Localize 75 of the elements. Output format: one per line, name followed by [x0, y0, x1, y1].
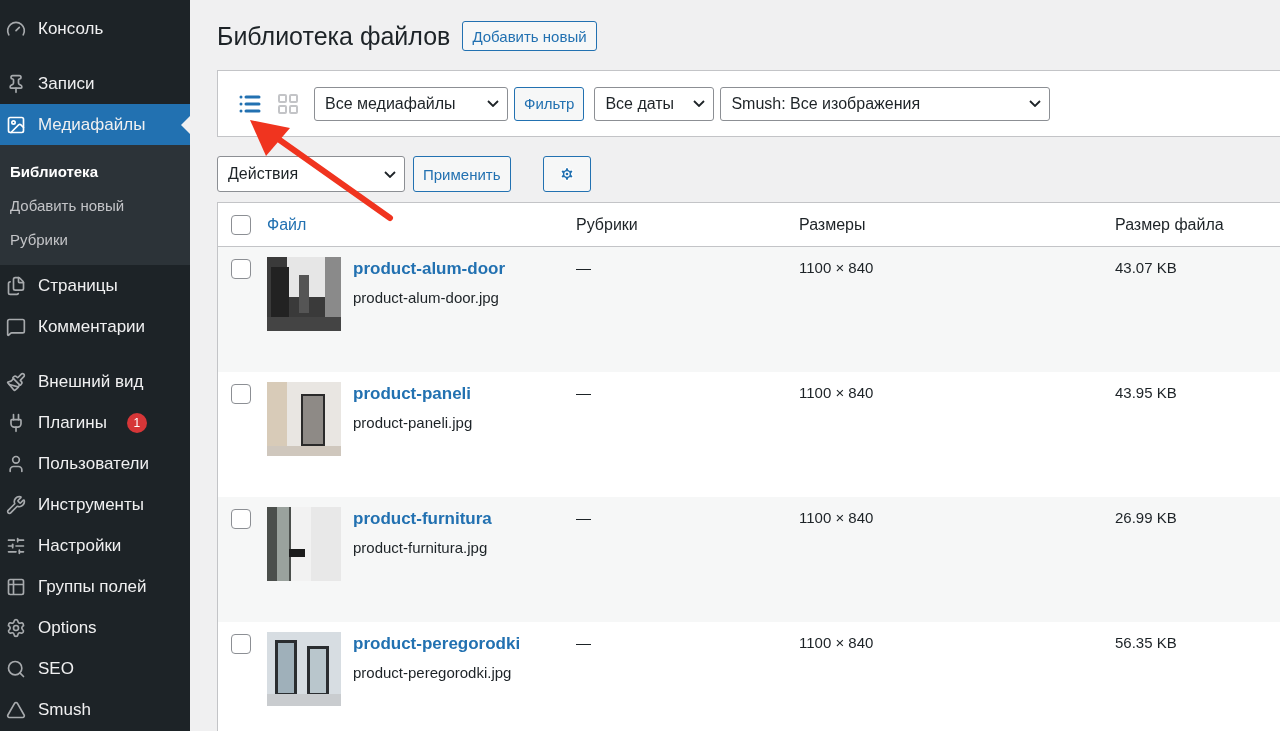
dimensions-cell-text: 1100 × 840 — [799, 633, 874, 651]
category-cell-text: — — [576, 633, 591, 651]
file-name: product-peregorodki.jpg — [353, 664, 513, 681]
bulk-actions-select[interactable]: Действия — [217, 156, 405, 192]
file-size-cell-text: 26.99 KB — [1114, 508, 1177, 526]
category-cell-text: — — [576, 508, 591, 526]
grid-view-icon[interactable] — [276, 91, 300, 116]
submenu-item[interactable]: Добавить новый — [0, 188, 190, 222]
sidebar-item[interactable]: Smush — [0, 689, 190, 730]
sidebar-item[interactable]: Внешний вид — [0, 361, 190, 402]
file-title-link[interactable]: product-peregorodki — [353, 634, 521, 654]
date-select[interactable]: Все даты — [594, 86, 715, 121]
column-header: Рубрики — [576, 215, 638, 234]
media-icon — [6, 114, 26, 135]
sidebar-item[interactable]: Страницы — [0, 265, 190, 306]
dimensions-cell-text: 1100 × 840 — [799, 383, 874, 401]
file-title-link[interactable]: product-alum-door — [353, 259, 506, 279]
user-icon — [6, 453, 26, 474]
page-title: Библиотека файлов — [217, 21, 451, 51]
sidebar-item[interactable]: Записи — [0, 63, 190, 104]
add-new-button[interactable]: Добавить новый — [462, 21, 597, 51]
category-cell-text: — — [576, 383, 591, 401]
submenu-item[interactable]: Библиотека — [0, 154, 190, 188]
search-icon — [6, 658, 26, 679]
chevron-down-icon — [693, 100, 706, 107]
sidebar-item[interactable]: Настройки — [0, 525, 190, 566]
chevron-down-icon — [487, 100, 499, 107]
sidebar-item[interactable]: Пользователи — [0, 443, 190, 484]
sidebar-item[interactable]: Инструменты — [0, 484, 190, 525]
pin-icon — [6, 73, 26, 94]
sidebar-item[interactable]: Options — [0, 607, 190, 648]
current-notch — [181, 116, 190, 134]
apply-button[interactable]: Применить — [413, 156, 511, 192]
settings-button[interactable] — [542, 156, 591, 192]
sidebar-item[interactable]: Плагины 1 — [0, 402, 190, 443]
media-type-select[interactable]: Все медиафайлы — [314, 86, 508, 121]
submenu-item[interactable]: Рубрики — [0, 222, 190, 256]
sidebar-item[interactable]: Медиафайлы — [0, 104, 190, 145]
row-checkbox[interactable] — [231, 384, 251, 404]
category-cell-text: — — [576, 258, 591, 276]
count-badge: 1 — [126, 412, 147, 433]
chevron-down-icon — [384, 170, 396, 178]
sidebar-item[interactable]: SEO — [0, 648, 190, 689]
comment-icon — [6, 316, 26, 337]
select-all-checkbox[interactable] — [231, 214, 251, 235]
sliders-icon — [6, 535, 26, 556]
row-checkbox[interactable] — [231, 634, 251, 654]
file-size-cell-text: 43.07 KB — [1114, 258, 1177, 276]
sidebar-item[interactable]: Консоль — [0, 8, 190, 49]
file-name: product-furnitura.jpg — [353, 539, 489, 556]
file-size-cell-text: 56.35 KB — [1114, 633, 1177, 651]
smush-select[interactable]: Smush: Все изображения — [720, 86, 1051, 121]
file-title-link[interactable]: product-paneli — [353, 384, 473, 404]
table-icon — [6, 576, 26, 597]
gear-icon — [558, 166, 575, 182]
pages-icon — [6, 275, 26, 296]
file-size-cell-text: 43.95 KB — [1114, 383, 1177, 401]
sidebar-item[interactable]: Комментарии — [0, 306, 190, 347]
file-name: product-paneli.jpg — [353, 414, 473, 431]
file-title-link[interactable]: product-furnitura — [353, 509, 492, 529]
sidebar-item[interactable]: Группы полей — [0, 566, 190, 607]
column-header: Размеры — [799, 215, 866, 234]
row-checkbox[interactable] — [231, 259, 251, 279]
triangle-icon — [6, 699, 26, 720]
wrench-icon — [6, 494, 26, 515]
chevron-down-icon — [1029, 100, 1042, 107]
brush-icon — [6, 371, 26, 392]
column-header: Размер файла — [1114, 215, 1224, 234]
file-name: product-alum-door.jpg — [353, 289, 500, 306]
filter-button[interactable]: Фильтр — [514, 86, 585, 121]
dimensions-cell-text: 1100 × 840 — [799, 508, 874, 526]
dimensions-cell-text: 1100 × 840 — [799, 258, 874, 276]
row-checkbox[interactable] — [231, 509, 251, 529]
settings-icon — [6, 617, 26, 638]
column-header[interactable]: Файл — [267, 215, 307, 234]
